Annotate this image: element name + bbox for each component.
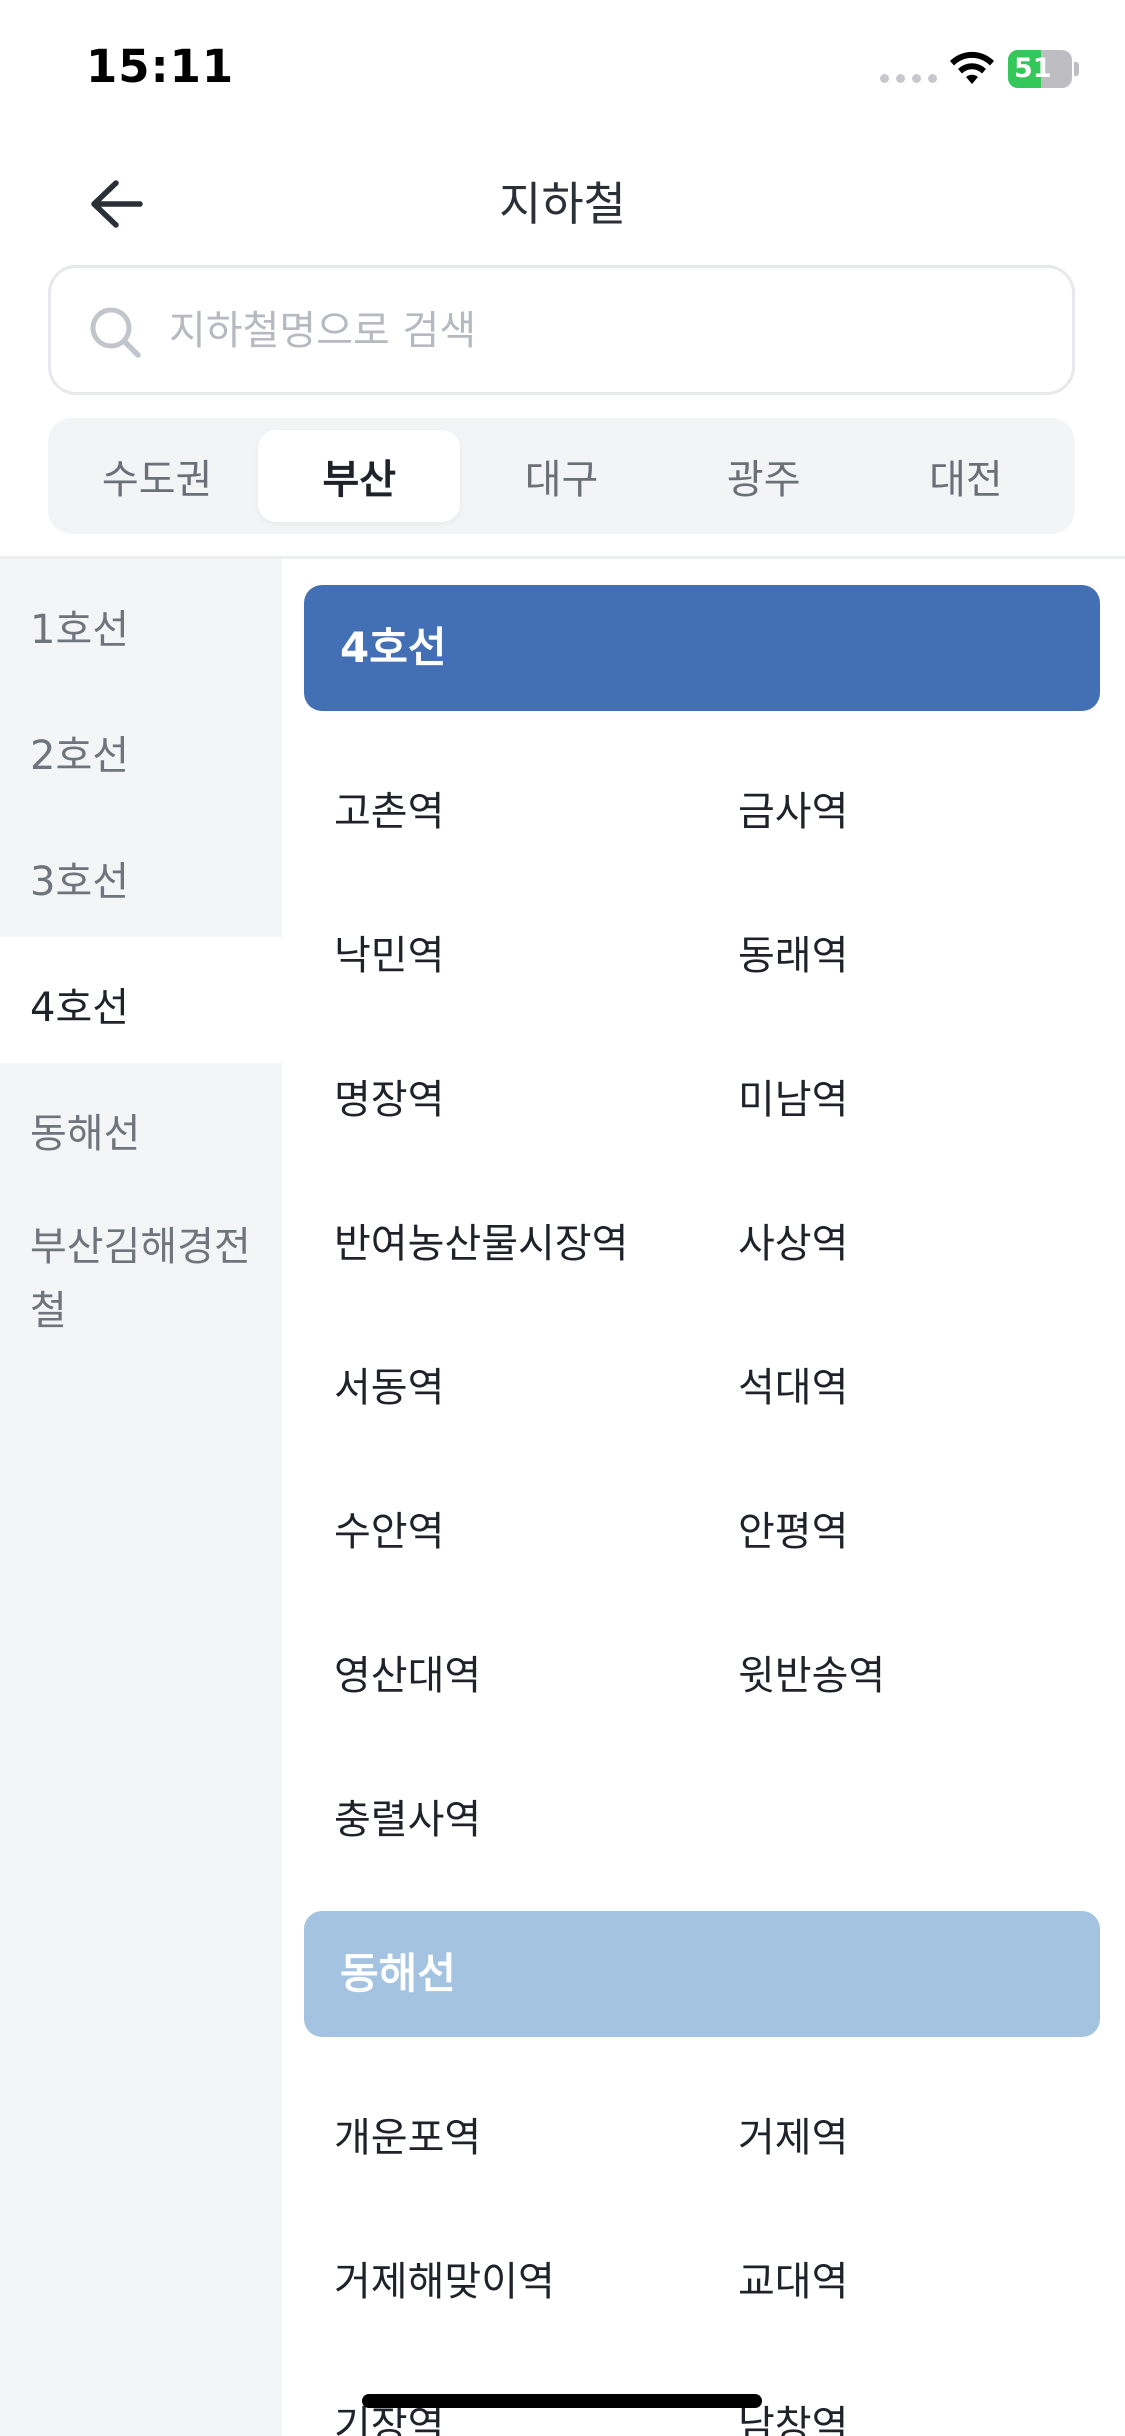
station-item[interactable]: 낙민역 — [334, 923, 444, 981]
station-item[interactable]: 명장역 — [334, 1067, 444, 1125]
region-tabs: 수도권 부산 대구 광주 대전 — [48, 418, 1075, 534]
station-item[interactable]: 금사역 — [738, 779, 848, 837]
tab-daegu[interactable]: 대구 — [460, 430, 662, 522]
search-icon — [90, 307, 141, 358]
search-box[interactable] — [48, 265, 1075, 395]
tab-busan[interactable]: 부산 — [258, 430, 461, 522]
battery-level: 51 — [1014, 53, 1052, 84]
station-item[interactable]: 거제해맞이역 — [334, 2249, 555, 2307]
station-item[interactable]: 거제역 — [738, 2105, 848, 2163]
station-item[interactable]: 교대역 — [738, 2249, 848, 2307]
status-time: 15:11 — [86, 40, 235, 93]
line-sidebar: 1호선 2호선 3호선 4호선 동해선 부산김해경전철 — [0, 559, 282, 2436]
station-item[interactable]: 충렬사역 — [334, 1787, 481, 1845]
station-item[interactable]: 영산대역 — [334, 1643, 481, 1701]
page-title: 지하철 — [499, 177, 626, 231]
header: 지하철 — [0, 140, 1125, 260]
tab-capital-area[interactable]: 수도권 — [56, 430, 258, 522]
tab-daejeon[interactable]: 대전 — [865, 430, 1067, 522]
cellular-signal-icon — [880, 74, 937, 83]
station-item[interactable]: 윗반송역 — [738, 1643, 885, 1701]
station-item[interactable]: 사상역 — [738, 1211, 848, 1269]
battery-charging-icon: 51 — [1008, 50, 1079, 88]
search-input[interactable] — [169, 298, 1029, 364]
line-item-1[interactable]: 1호선 — [0, 559, 282, 685]
station-item[interactable]: 반여농산물시장역 — [334, 1211, 628, 1269]
station-item[interactable]: 수안역 — [334, 1499, 444, 1557]
station-list: 4호선 고촌역 금사역 낙민역 동래역 명장역 미남역 반여농산물시장역 사상역… — [282, 559, 1125, 2436]
station-item[interactable]: 미남역 — [738, 1067, 848, 1125]
home-indicator — [362, 2394, 762, 2408]
line-item-3[interactable]: 3호선 — [0, 811, 282, 937]
status-bar: 15:11 51 — [0, 0, 1125, 140]
line-item-4[interactable]: 4호선 — [0, 937, 282, 1063]
subway-screen: 15:11 51 지하철 지하철명으로 검색 수도권 부산 대구 광주 대전 1… — [0, 0, 1125, 2436]
station-item[interactable]: 동래역 — [738, 923, 848, 981]
station-item[interactable]: 서동역 — [334, 1355, 444, 1413]
station-item[interactable]: 개운포역 — [334, 2105, 481, 2163]
station-item[interactable]: 고촌역 — [334, 779, 444, 837]
section-header-line-4: 4호선 — [304, 585, 1100, 711]
station-item[interactable]: 석대역 — [738, 1355, 848, 1413]
wifi-icon — [950, 51, 994, 84]
line-item-2[interactable]: 2호선 — [0, 685, 282, 811]
station-item[interactable]: 안평역 — [738, 1499, 848, 1557]
line-item-busan-gimhae[interactable]: 부산김해경전철 — [0, 1189, 282, 1389]
line-item-donghae[interactable]: 동해선 — [0, 1063, 282, 1189]
section-header-donghae: 동해선 — [304, 1911, 1100, 2037]
tab-gwangju[interactable]: 광주 — [663, 430, 865, 522]
